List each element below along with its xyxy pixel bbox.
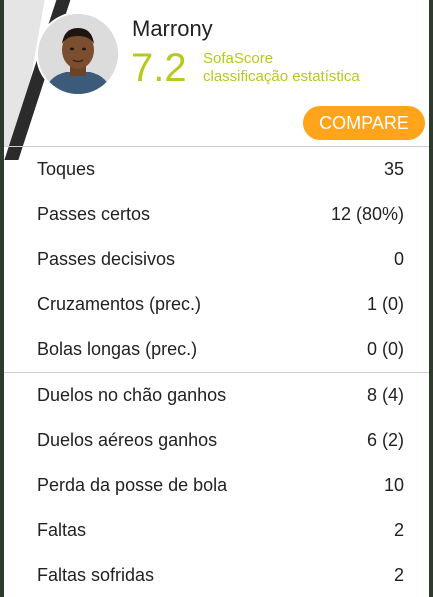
stat-row: Duelos aéreos ganhos 6 (2) xyxy=(4,418,429,463)
player-avatar xyxy=(38,14,118,94)
stat-value: 35 xyxy=(383,159,404,179)
stat-value: 8 (4) xyxy=(366,385,404,405)
stats-group-duels: Duelos no chão ganhos 8 (4) Duelos aéreo… xyxy=(4,372,429,597)
stat-label: Passes certos xyxy=(37,204,151,224)
player-stats-card: Marrony 7.2 SofaScore classificação esta… xyxy=(4,0,429,597)
stat-value: 10 xyxy=(383,475,404,495)
stat-row: Duelos no chão ganhos 8 (4) xyxy=(4,373,429,418)
stat-value: 2 xyxy=(393,520,404,540)
stat-row: Passes decisivos 0 xyxy=(4,237,429,282)
stat-label: Toques xyxy=(37,159,96,179)
compare-button[interactable]: COMPARE xyxy=(303,106,425,140)
stat-label: Cruzamentos (prec.) xyxy=(37,294,202,314)
stat-value: 0 xyxy=(393,249,404,269)
stat-row: Toques 35 xyxy=(4,147,429,192)
rating-source: SofaScore xyxy=(203,50,274,67)
stat-label: Perda da posse de bola xyxy=(37,475,228,495)
stat-row: Faltas sofridas 2 xyxy=(4,553,429,597)
player-rating: 7.2 xyxy=(131,46,187,90)
stat-label: Duelos aéreos ganhos xyxy=(37,430,218,450)
stat-label: Faltas xyxy=(37,520,87,540)
player-header: Marrony 7.2 SofaScore classificação esta… xyxy=(4,0,429,160)
rating-label: classificação estatística xyxy=(203,68,360,85)
stat-label: Duelos no chão ganhos xyxy=(37,385,227,405)
stat-value: 12 (80%) xyxy=(330,204,404,224)
rating-caption: SofaScore classificação estatística xyxy=(203,50,360,86)
stat-row: Passes certos 12 (80%) xyxy=(4,192,429,237)
stats-list: Toques 35 Passes certos 12 (80%) Passes … xyxy=(4,146,429,597)
stat-value: 1 (0) xyxy=(366,294,404,314)
player-name: Marrony xyxy=(132,16,213,41)
stat-row: Cruzamentos (prec.) 1 (0) xyxy=(4,282,429,327)
stat-row: Bolas longas (prec.) 0 (0) xyxy=(4,327,429,372)
stat-label: Bolas longas (prec.) xyxy=(37,339,198,359)
stat-label: Faltas sofridas xyxy=(37,565,155,585)
stat-label: Passes decisivos xyxy=(37,249,176,269)
stat-row: Faltas 2 xyxy=(4,508,429,553)
stats-group-passing: Toques 35 Passes certos 12 (80%) Passes … xyxy=(4,146,429,372)
stat-value: 2 xyxy=(393,565,404,585)
stat-value: 0 (0) xyxy=(366,339,404,359)
stat-value: 6 (2) xyxy=(366,430,404,450)
stat-row: Perda da posse de bola 10 xyxy=(4,463,429,508)
